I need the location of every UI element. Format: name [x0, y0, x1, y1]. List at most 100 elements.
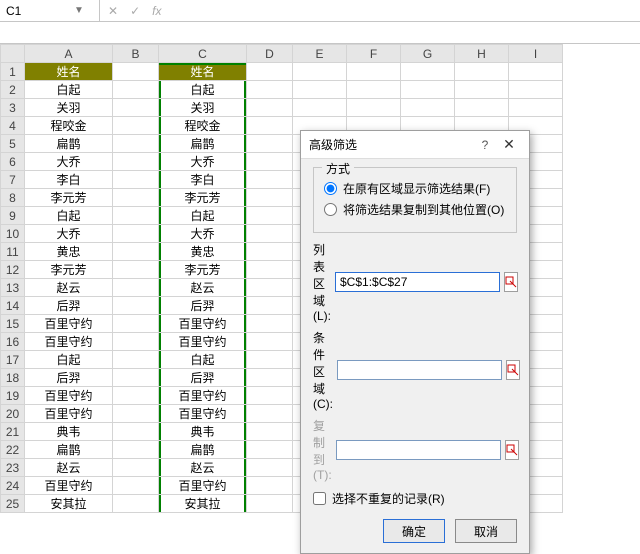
cell[interactable]: 白起 — [159, 207, 247, 225]
row-header[interactable]: 22 — [1, 441, 25, 459]
row-header[interactable]: 15 — [1, 315, 25, 333]
cell[interactable] — [113, 171, 159, 189]
row-header[interactable]: 1 — [1, 63, 25, 81]
row-header[interactable]: 6 — [1, 153, 25, 171]
cell[interactable]: 赵云 — [25, 459, 113, 477]
list-range-picker-icon[interactable] — [504, 272, 518, 292]
cell[interactable]: 后羿 — [159, 369, 247, 387]
cell[interactable] — [113, 117, 159, 135]
cell[interactable]: 安其拉 — [159, 495, 247, 513]
cell[interactable]: 关羽 — [25, 99, 113, 117]
cell[interactable] — [247, 405, 293, 423]
cell[interactable] — [247, 369, 293, 387]
cell[interactable] — [113, 81, 159, 99]
cell[interactable] — [113, 369, 159, 387]
cell[interactable]: 百里守约 — [25, 405, 113, 423]
cell[interactable]: 姓名 — [25, 63, 113, 81]
cell[interactable]: 百里守约 — [25, 477, 113, 495]
col-header-I[interactable]: I — [509, 45, 563, 63]
cell[interactable] — [455, 63, 509, 81]
col-header-A[interactable]: A — [25, 45, 113, 63]
cell[interactable] — [113, 495, 159, 513]
cell[interactable] — [113, 261, 159, 279]
close-icon[interactable]: ✕ — [497, 136, 521, 153]
cell[interactable] — [247, 171, 293, 189]
cell[interactable] — [247, 459, 293, 477]
row-header[interactable]: 24 — [1, 477, 25, 495]
radio-filter-in-place[interactable]: 在原有区域显示筛选结果(F) — [324, 180, 506, 197]
cell[interactable] — [113, 315, 159, 333]
cell[interactable] — [509, 63, 563, 81]
unique-checkbox-row[interactable]: 选择不重复的记录(R) — [313, 490, 517, 507]
row-header[interactable]: 8 — [1, 189, 25, 207]
cell[interactable]: 姓名 — [159, 63, 247, 81]
cell[interactable] — [247, 315, 293, 333]
dialog-titlebar[interactable]: 高级筛选 ? ✕ — [301, 131, 529, 159]
col-header-G[interactable]: G — [401, 45, 455, 63]
row-header[interactable]: 9 — [1, 207, 25, 225]
cell[interactable] — [113, 243, 159, 261]
cell[interactable] — [247, 423, 293, 441]
cell[interactable] — [247, 207, 293, 225]
col-header-C[interactable]: C — [159, 45, 247, 63]
cell[interactable] — [247, 117, 293, 135]
cell[interactable] — [113, 135, 159, 153]
row-header[interactable]: 25 — [1, 495, 25, 513]
cell[interactable]: 赵云 — [159, 459, 247, 477]
cell[interactable] — [401, 63, 455, 81]
col-header-H[interactable]: H — [455, 45, 509, 63]
criteria-range-input[interactable] — [337, 360, 502, 380]
cell[interactable] — [113, 477, 159, 495]
cell[interactable] — [113, 279, 159, 297]
cell[interactable]: 赵云 — [159, 279, 247, 297]
cell[interactable]: 李白 — [25, 171, 113, 189]
cell[interactable] — [113, 99, 159, 117]
cell[interactable]: 白起 — [25, 207, 113, 225]
row-header[interactable]: 23 — [1, 459, 25, 477]
cell[interactable]: 百里守约 — [159, 315, 247, 333]
cell[interactable] — [347, 99, 401, 117]
cell[interactable] — [401, 81, 455, 99]
row-header[interactable]: 21 — [1, 423, 25, 441]
row-header[interactable]: 2 — [1, 81, 25, 99]
cell[interactable]: 百里守约 — [159, 405, 247, 423]
cell[interactable]: 典韦 — [159, 423, 247, 441]
cell[interactable]: 白起 — [159, 81, 247, 99]
cell[interactable]: 白起 — [25, 81, 113, 99]
cell[interactable] — [113, 459, 159, 477]
cell[interactable] — [455, 99, 509, 117]
name-box-input[interactable] — [0, 4, 70, 18]
cell[interactable]: 百里守约 — [159, 477, 247, 495]
col-header-F[interactable]: F — [347, 45, 401, 63]
cell[interactable] — [247, 279, 293, 297]
cell[interactable]: 典韦 — [25, 423, 113, 441]
select-all-corner[interactable] — [1, 45, 25, 63]
cell[interactable]: 李元芳 — [25, 189, 113, 207]
cell[interactable] — [247, 99, 293, 117]
row-header[interactable]: 19 — [1, 387, 25, 405]
cell[interactable] — [247, 495, 293, 513]
cell[interactable] — [247, 261, 293, 279]
cell[interactable]: 扁鹊 — [25, 441, 113, 459]
row-header[interactable]: 17 — [1, 351, 25, 369]
cell[interactable] — [247, 441, 293, 459]
col-header-B[interactable]: B — [113, 45, 159, 63]
cell[interactable] — [247, 243, 293, 261]
cell[interactable] — [247, 477, 293, 495]
cell[interactable] — [113, 225, 159, 243]
cell[interactable] — [113, 189, 159, 207]
cell[interactable]: 大乔 — [159, 225, 247, 243]
cell[interactable] — [247, 153, 293, 171]
cell[interactable] — [455, 81, 509, 99]
cell[interactable]: 关羽 — [159, 99, 247, 117]
cell[interactable]: 程咬金 — [25, 117, 113, 135]
cell[interactable] — [113, 297, 159, 315]
radio-filter-in-place-input[interactable] — [324, 182, 337, 195]
cell[interactable] — [347, 81, 401, 99]
cell[interactable] — [247, 333, 293, 351]
cell[interactable] — [247, 387, 293, 405]
cell[interactable] — [293, 99, 347, 117]
cell[interactable] — [113, 207, 159, 225]
cell[interactable] — [509, 99, 563, 117]
copy-to-picker-icon[interactable] — [505, 440, 519, 460]
